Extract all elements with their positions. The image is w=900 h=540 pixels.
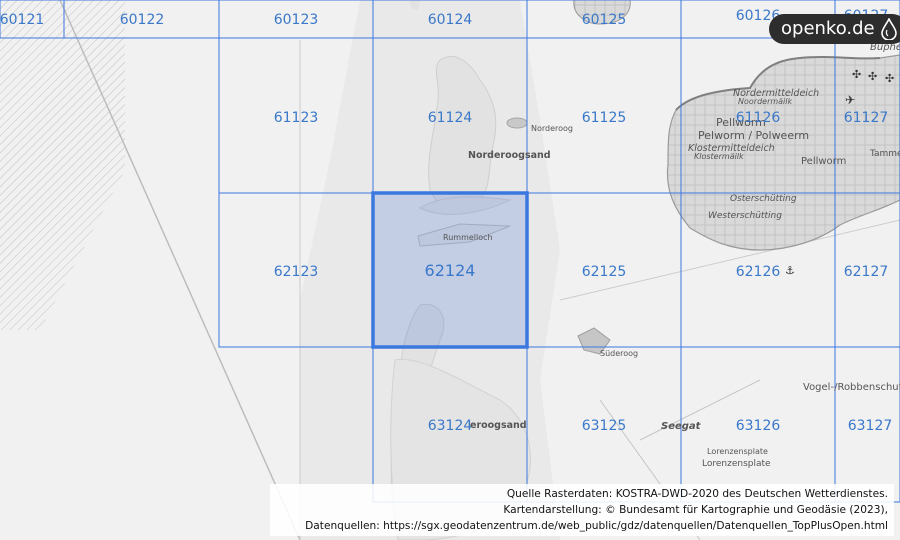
map-canvas[interactable]: Buphe Nordermitteldeich Noordermäilk Pel… [0,0,900,540]
place-label-tammen: Tammen [869,149,900,159]
attribution-line-1: Quelle Rasterdaten: KOSTRA-DWD-2020 des … [506,488,888,500]
place-label-westerschutting: Westerschütting [708,211,782,221]
grid-cell-label[interactable]: 63124 [428,418,473,434]
place-label-suderoog: Süderoog [600,349,638,358]
grid-cell-label[interactable]: 60124 [428,12,473,28]
grid-cell-label[interactable]: 61124 [428,110,473,126]
grid-cell-label[interactable]: 62126 [736,264,781,280]
grid-cell-label[interactable]: 61125 [582,110,627,126]
windmill-icon: ✣ [852,68,861,81]
map-view[interactable]: Buphe Nordermitteldeich Noordermäilk Pel… [0,0,900,540]
grid-cell-label[interactable]: 62125 [582,264,627,280]
place-label-norderoogsand: Norderoogsand [468,150,551,161]
grid-cell-label[interactable]: 60123 [274,12,319,28]
place-label-rummelloch: Rummelloch [443,233,493,242]
norderoog-island [506,117,528,129]
grid-cell-label[interactable]: 60125 [582,12,627,28]
place-label-pellworm-2: Pellworm [801,156,846,167]
grid-cell-label[interactable]: 62127 [844,264,889,280]
place-label-pelworm-bilingual: Pelworm / Polweerm [698,129,809,142]
place-label-vogel: Vogel-/Robbenschutzg [803,382,900,393]
grid-cell-label[interactable]: 61123 [274,110,319,126]
grid-cell-label[interactable]: 60121 [0,12,44,28]
attribution-line-3[interactable]: Datenquellen: https://sgx.geodatenzentru… [270,518,888,534]
place-label-klostermitteldeich-fris: Klostermäilk [694,152,744,161]
grid-cell-label-selected[interactable]: 62124 [425,261,476,280]
grid-cell-label[interactable]: 62123 [274,264,319,280]
openko-logo[interactable]: openko.de [769,14,900,44]
attribution-box: Quelle Rasterdaten: KOSTRA-DWD-2020 des … [270,484,894,536]
grid-cell-label[interactable]: 61126 [736,110,781,126]
grid-cell-label[interactable]: 63127 [848,418,893,434]
grid-cell-label[interactable]: 61127 [844,110,889,126]
place-label-seegat: Seegat [661,421,702,432]
water-drop-icon [880,18,897,40]
logo-text: openko.de [781,18,875,39]
place-label-norderoog: Norderoog [531,124,573,133]
grid-cell-label[interactable]: 63125 [582,418,627,434]
windmill-icon: ✣ [868,70,877,83]
airfield-icon: ✈ [845,93,855,107]
lighthouse-icon: ⚓ [785,264,795,277]
place-label-suderoogsand: eroogsand [470,420,527,431]
place-label-nordermitteldeich-fris: Noordermäilk [738,97,792,106]
grid-cell-label[interactable]: 63126 [736,418,781,434]
windmill-icon: ✣ [885,72,894,85]
grid-cell-label[interactable]: 60122 [120,12,165,28]
attribution-line-2: Kartendarstellung: © Bundesamt für Karto… [503,504,888,516]
place-label-osterschutting: Osterschütting [730,194,797,204]
place-label-lorenzensplate: Lorenzensplate [707,447,768,456]
place-label-lorenzensplate-2: Lorenzensplate [702,459,771,469]
